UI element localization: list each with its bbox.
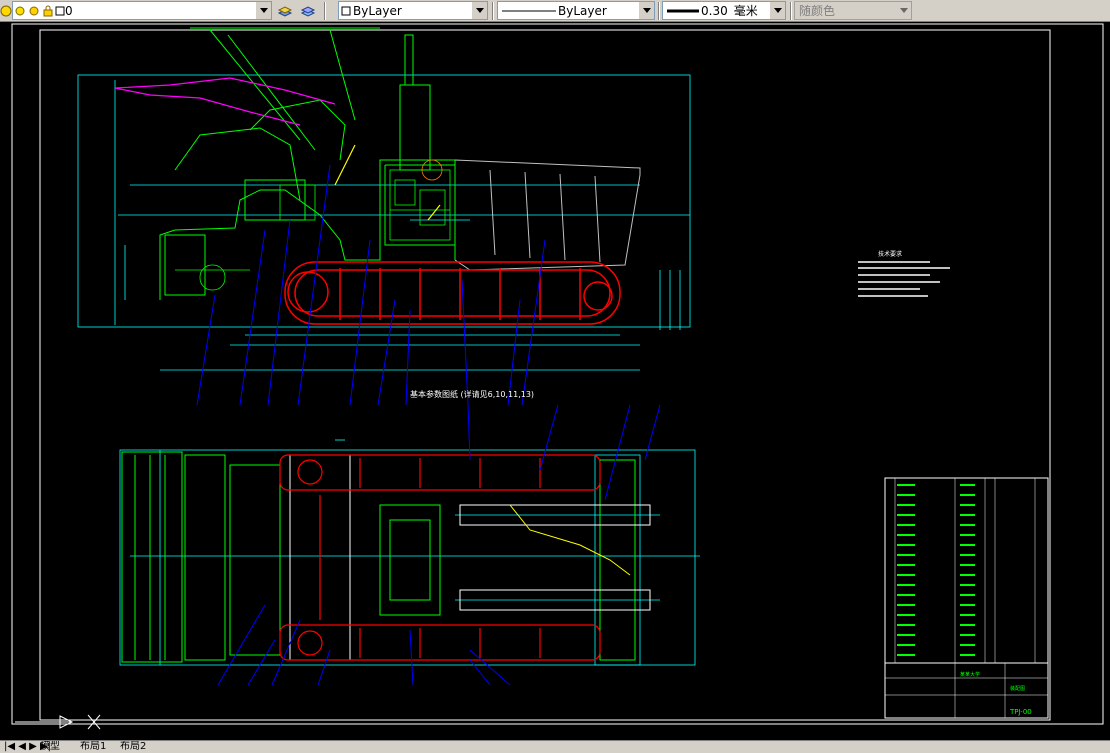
make-object-layer-current-icon[interactable] xyxy=(277,3,293,19)
sun-icon xyxy=(29,6,39,15)
properties-toolbar: 0 ByLayer ByLayer 0.30 毫米 随颜色 xyxy=(0,0,1110,22)
toolbar-separator xyxy=(658,2,660,20)
color-dropdown-arrow[interactable] xyxy=(472,2,487,19)
title-block-name: 装配图 xyxy=(1010,685,1025,692)
color-swatch xyxy=(341,6,351,15)
layer-dropdown[interactable]: 0 xyxy=(12,1,272,20)
lineweight-value: 0.30 xyxy=(701,3,728,18)
bulb-icon xyxy=(15,6,25,15)
layer-color-swatch xyxy=(55,6,65,15)
title-block-company: 某某大学 xyxy=(960,671,980,678)
lock-icon xyxy=(43,5,53,16)
color-dropdown[interactable]: ByLayer xyxy=(338,1,488,20)
linetype-dropdown[interactable]: ByLayer xyxy=(497,1,655,20)
linetype-dropdown-arrow[interactable] xyxy=(639,2,654,19)
tech-req-title: 技术要求 xyxy=(878,250,902,258)
plotstyle-dropdown-arrow xyxy=(896,2,911,19)
toolbar-separator xyxy=(790,2,792,20)
lineweight-dropdown-arrow[interactable] xyxy=(770,2,785,19)
plotstyle-dropdown: 随颜色 xyxy=(794,1,912,20)
lineweight-sample-line xyxy=(667,9,699,12)
toolbar-separator xyxy=(492,2,494,20)
lineweight-dropdown[interactable]: 0.30 毫米 xyxy=(662,1,786,20)
toolbar-separator xyxy=(324,2,326,20)
tab-layout2[interactable]: 布局2 xyxy=(120,741,146,752)
layer-dropdown-arrow[interactable] xyxy=(256,2,271,19)
drawing-canvas[interactable]: 基本参数图纸 (详请见6,10,11,13) 技术要求 某某大学 装配图 TPJ… xyxy=(0,22,1110,740)
section-label: 基本参数图纸 (详请见6,10,11,13) xyxy=(410,389,534,399)
color-value: ByLayer xyxy=(353,3,402,18)
layer-previous-icon[interactable] xyxy=(300,3,316,19)
drawing-number: TPJ-00 xyxy=(1009,708,1032,716)
tab-model[interactable]: 模型 xyxy=(40,741,60,752)
layout-tab-bar: |◀ ◀ ▶ ▶| 模型 布局1 布局2 xyxy=(0,740,1110,753)
lineweight-unit: 毫米 xyxy=(733,4,758,18)
tab-layout1[interactable]: 布局1 xyxy=(80,741,106,752)
plotstyle-value: 随颜色 xyxy=(799,4,836,18)
current-layer-name: 0 xyxy=(65,3,73,18)
linetype-sample-line xyxy=(502,10,556,11)
linetype-value: ByLayer xyxy=(558,3,607,18)
